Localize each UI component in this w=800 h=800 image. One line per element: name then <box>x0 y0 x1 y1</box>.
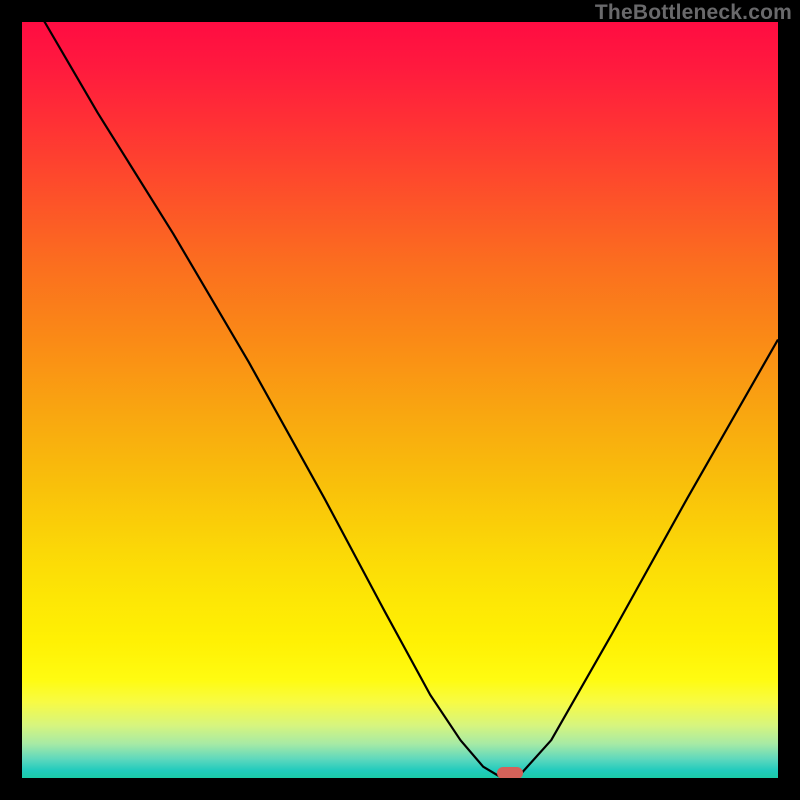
chart-frame: TheBottleneck.com <box>0 0 800 800</box>
min-marker <box>497 767 523 778</box>
bottleneck-curve <box>22 22 778 778</box>
plot-area <box>22 22 778 778</box>
bottleneck-curve-svg <box>22 22 778 778</box>
